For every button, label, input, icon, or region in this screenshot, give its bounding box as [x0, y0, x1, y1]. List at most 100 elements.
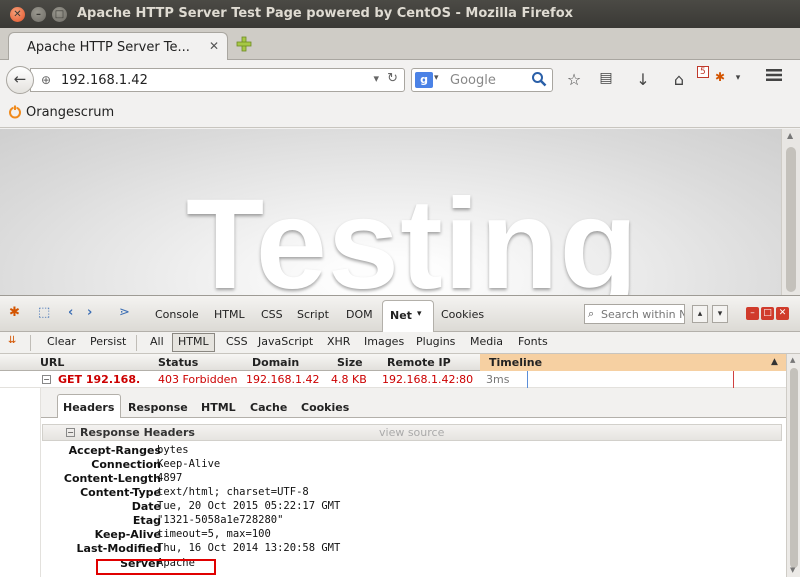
scroll-up-arrow-icon[interactable]: ▲ — [787, 131, 793, 140]
header-value: text/html; charset=UTF-8 — [157, 486, 309, 498]
header-name: Accept-Ranges — [68, 444, 161, 457]
detail-tab-cache[interactable]: Cache — [250, 401, 287, 414]
search-engine-dropdown-icon[interactable]: ▾ — [434, 73, 439, 83]
firebug-dropdown-icon[interactable]: ▾ — [728, 73, 748, 83]
fb-tab-console[interactable]: Console — [155, 308, 199, 321]
header-row: Last-Modified Thu, 16 Oct 2014 13:20:58 … — [41, 542, 787, 556]
firebug-detach-icon[interactable]: □ — [761, 307, 774, 320]
firebug-search-input[interactable]: ⌕ Search within Ne — [584, 304, 685, 324]
header-row: Keep-Alive timeout=5, max=100 — [41, 528, 787, 542]
forward-arrow-icon[interactable]: › — [87, 305, 92, 320]
firebug-menu-icon[interactable]: ✱ — [9, 305, 20, 320]
detail-tab-response[interactable]: Response — [128, 401, 188, 414]
back-button[interactable]: ← — [6, 66, 34, 94]
reload-icon[interactable]: ↻ — [387, 71, 398, 86]
fb-tab-html[interactable]: HTML — [214, 308, 245, 321]
fb-tab-script[interactable]: Script — [297, 308, 329, 321]
navigation-bar: ⊕ 192.168.1.42 ▾ ↻ ← g ▾ Google ☆ ▤ ↓ ⌂ … — [0, 60, 800, 98]
detail-tab-html[interactable]: HTML — [201, 401, 236, 414]
firebug-scrollbar[interactable]: ▲ ▼ — [786, 354, 800, 577]
hamburger-menu-icon[interactable] — [766, 68, 782, 82]
browser-tab[interactable]: Apache HTTP Server Te... ✕ — [8, 32, 228, 60]
filter-fonts[interactable]: Fonts — [518, 335, 548, 348]
search-icon[interactable] — [531, 71, 547, 87]
downloads-arrow-icon[interactable]: ↓ — [633, 70, 653, 89]
request-url[interactable]: GET 192.168. — [58, 373, 140, 386]
inspect-element-icon[interactable]: ⬚ — [38, 305, 50, 320]
search-next-icon[interactable]: ▾ — [712, 305, 728, 323]
firebug-error-badge[interactable]: 5 — [697, 66, 709, 78]
scroll-up-arrow-icon[interactable]: ▲ — [790, 356, 795, 364]
section-collapse-toggle-icon[interactable]: − — [66, 428, 75, 437]
bookmarks-menu-icon[interactable]: ▤ — [596, 70, 616, 86]
page-scrollbar-thumb[interactable] — [786, 147, 796, 292]
command-line-icon[interactable]: ⋗ — [119, 305, 130, 320]
fb-tab-cookies[interactable]: Cookies — [441, 308, 484, 321]
firebug-bug-icon[interactable]: ✱ — [710, 70, 730, 84]
search-bar[interactable]: g ▾ Google — [411, 68, 553, 92]
window-maximize-button[interactable]: □ — [52, 7, 67, 22]
col-url[interactable]: URL — [40, 356, 64, 369]
col-domain[interactable]: Domain — [252, 356, 299, 369]
search-input[interactable]: Google — [450, 73, 496, 88]
view-source-link[interactable]: view source — [379, 426, 444, 439]
firebug-scrollbar-thumb[interactable] — [790, 368, 798, 568]
fb-tab-css[interactable]: CSS — [261, 308, 283, 321]
fb-tab-dom[interactable]: DOM — [346, 308, 373, 321]
window-minimize-button[interactable]: – — [31, 7, 46, 22]
table-row[interactable]: − GET 192.168. 403 Forbidden 192.168.1.4… — [0, 371, 786, 388]
request-time: 3ms — [486, 373, 510, 386]
col-size[interactable]: Size — [337, 356, 363, 369]
firebug-panel: ✱ ⬚ ‹ › ⋗ Console HTML CSS Script DOM Ne… — [0, 295, 800, 577]
filter-media[interactable]: Media — [470, 335, 503, 348]
header-row: Etag "1321-5058a1e728280" — [41, 514, 787, 528]
new-tab-plus-icon[interactable] — [236, 36, 252, 52]
detail-tab-cookies[interactable]: Cookies — [301, 401, 349, 414]
filter-plugins[interactable]: Plugins — [416, 335, 455, 348]
filter-xhr[interactable]: XHR — [327, 335, 350, 348]
filter-html[interactable]: HTML — [172, 333, 215, 352]
page-scrollbar[interactable]: ▲ — [781, 129, 800, 295]
filter-images[interactable]: Images — [364, 335, 404, 348]
detail-tab-headers[interactable]: Headers — [63, 401, 114, 414]
window-title: Apache HTTP Server Test Page powered by … — [77, 6, 574, 21]
net-enable-icon[interactable]: ⇊ — [8, 335, 16, 346]
firebug-tab-bar: ✱ ⬚ ‹ › ⋗ Console HTML CSS Script DOM Ne… — [0, 296, 800, 332]
bookmark-star-icon[interactable]: ☆ — [564, 70, 584, 89]
net-dropdown-icon[interactable]: ▾ — [417, 309, 422, 319]
search-prev-icon[interactable]: ▴ — [692, 305, 708, 323]
net-column-header: URL Status Domain Size Remote IP Timelin… — [0, 354, 800, 371]
fb-tab-net[interactable]: Net ▾ — [382, 300, 434, 332]
col-timeline[interactable]: Timeline — [489, 356, 542, 369]
filter-all[interactable]: All — [150, 335, 164, 348]
firebug-search-placeholder: Search within Ne — [601, 308, 684, 321]
home-icon[interactable]: ⌂ — [669, 70, 689, 89]
header-row: Date Tue, 20 Oct 2015 05:22:17 GMT — [41, 500, 787, 514]
net-clear-button[interactable]: Clear — [47, 335, 76, 348]
title-bar: ✕ – □ Apache HTTP Server Test Page power… — [0, 0, 800, 28]
firefox-window: ✕ – □ Apache HTTP Server Test Page power… — [0, 0, 800, 577]
filter-css[interactable]: CSS — [226, 335, 248, 348]
fb-tab-net-label: Net — [390, 309, 412, 322]
url-bar[interactable]: ⊕ 192.168.1.42 ▾ ↻ — [30, 68, 405, 92]
url-text[interactable]: 192.168.1.42 — [61, 73, 148, 88]
google-logo-icon[interactable]: g — [415, 72, 433, 88]
firebug-close-icon[interactable]: ✕ — [776, 307, 789, 320]
col-status[interactable]: Status — [158, 356, 198, 369]
response-headers-title: Response Headers — [80, 426, 195, 439]
tab-close-icon[interactable]: ✕ — [209, 39, 219, 53]
header-row: Content-Type text/html; charset=UTF-8 — [41, 486, 787, 500]
bookmark-orangescrum[interactable]: Orangescrum — [26, 105, 114, 120]
back-arrow-icon[interactable]: ‹ — [68, 305, 73, 320]
window-close-button[interactable]: ✕ — [10, 7, 25, 22]
header-row: Accept-Ranges bytes — [41, 444, 787, 458]
firebug-minimize-icon[interactable]: – — [746, 307, 759, 320]
net-persist-button[interactable]: Persist — [90, 335, 126, 348]
col-remote-ip[interactable]: Remote IP — [387, 356, 451, 369]
request-size: 4.8 KB — [331, 373, 367, 386]
url-history-dropdown-icon[interactable]: ▾ — [373, 72, 379, 85]
filter-javascript[interactable]: JavaScript — [258, 335, 313, 348]
row-collapse-toggle-icon[interactable]: − — [42, 375, 51, 384]
scroll-down-arrow-icon[interactable]: ▼ — [790, 566, 795, 574]
toolbar-separator — [30, 335, 31, 351]
